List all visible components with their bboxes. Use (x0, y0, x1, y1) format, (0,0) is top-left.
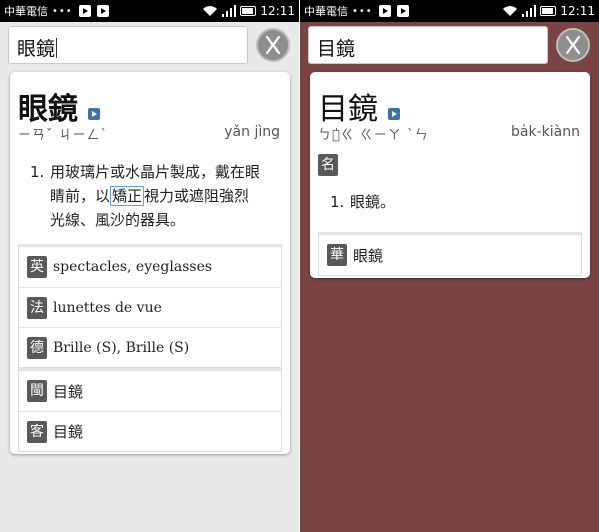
clear-search-button[interactable] (256, 28, 290, 62)
definition-fragment: 睛前，以 (50, 187, 111, 205)
left-screen: 中華電信 ••• 12:11 眼鏡 眼鏡 ㄧㄢˇ ㄐㄧㄥˋ yǎn jìng 1… (0, 0, 299, 532)
clock: 12:11 (560, 4, 595, 18)
right-screen: 中華電信 ••• 12:11 目鏡 目鏡 ㄅㄚ̍ㄍ ㄍㄧㄚ ˋㄣ ba̍k-ki… (300, 0, 599, 532)
translation-text: spectacles, eyeglasses (53, 259, 213, 275)
language-badge: 法 (27, 296, 47, 319)
language-badge: 客 (27, 420, 47, 443)
dialect-list: 閩 目鏡 客 目鏡 (18, 368, 282, 452)
search-query: 眼鏡 (17, 38, 56, 60)
signal-icon (222, 5, 237, 17)
mandarin-list: 華 眼鏡 (318, 232, 582, 276)
definition-item: 1. 眼鏡。 (330, 190, 570, 214)
part-of-speech-badge: 名 (318, 154, 338, 176)
definition-line: 光線、風沙的器具。 (50, 211, 186, 229)
wifi-icon (503, 6, 518, 16)
play-audio-icon[interactable] (388, 108, 400, 120)
translation-text: lunettes de vue (53, 299, 162, 316)
definition-fragment: 視力或遮阻強烈 (144, 187, 250, 205)
translation-list: 英 spectacles, eyeglasses 法 lunettes de v… (18, 244, 282, 368)
translation-row[interactable]: 德 Brille (S), Brille (S) (19, 327, 281, 367)
media-notification-icon (78, 5, 91, 17)
definition-item: 1. 用玻璃片或水晶片製成，戴在眼 睛前，以 矯正 視力或遮阻強烈 光線、風沙的器具… (30, 160, 285, 240)
romanization: ba̍k-kiànn (511, 124, 580, 140)
clear-icon (565, 35, 581, 55)
mandarin-text[interactable]: 眼鏡 (353, 245, 383, 266)
dialect-text[interactable]: 目鏡 (53, 381, 83, 402)
clear-search-button[interactable] (556, 28, 590, 62)
battery-icon (240, 6, 257, 16)
clear-icon (265, 35, 281, 55)
highlighted-term[interactable]: 矯正 (110, 186, 145, 206)
entry-card: 眼鏡 ㄧㄢˇ ㄐㄧㄥˋ yǎn jìng 1. 用玻璃片或水晶片製成，戴在眼 睛… (10, 72, 290, 454)
battery-icon (540, 6, 557, 16)
dialect-text[interactable]: 目鏡 (53, 421, 83, 442)
search-input[interactable]: 眼鏡 (8, 26, 248, 64)
definition-text: 用玻璃片或水晶片製成，戴在眼 睛前，以 矯正 視力或遮阻強烈 光線、風沙的器具。 (50, 160, 260, 232)
status-bar: 中華電信 ••• 12:11 (0, 0, 299, 22)
notification-dots: ••• (52, 5, 73, 17)
media-notification-icon (378, 5, 391, 17)
search-query: 目鏡 (317, 38, 356, 60)
phonetic-symbols: ㄅㄚ̍ㄍ ㄍㄧㄚ ˋㄣ (318, 128, 429, 143)
signal-icon (522, 5, 537, 17)
language-badge: 英 (27, 256, 47, 278)
dialect-row[interactable]: 客 目鏡 (19, 411, 281, 451)
definition-number: 1. (30, 163, 45, 181)
wifi-icon (203, 6, 218, 16)
language-badge: 閩 (27, 380, 47, 402)
headword: 眼鏡 (18, 92, 78, 127)
play-audio-icon[interactable] (88, 108, 100, 120)
media-notification-icon (396, 5, 409, 17)
entry-card: 目鏡 ㄅㄚ̍ㄍ ㄍㄧㄚ ˋㄣ ba̍k-kiànn 名 1. 眼鏡。 華 眼鏡 (310, 72, 590, 278)
definition-number: 1. (330, 193, 345, 211)
bopomofo: ㄧㄢˇ ㄐㄧㄥˋ (18, 128, 109, 143)
search-input[interactable]: 目鏡 (308, 26, 548, 64)
language-badge: 德 (27, 336, 47, 359)
mandarin-row[interactable]: 華 眼鏡 (319, 235, 581, 275)
headword: 目鏡 (318, 92, 378, 127)
status-bar: 中華電信 ••• 12:11 (300, 0, 599, 22)
media-notification-icon (96, 5, 109, 17)
dialect-row[interactable]: 閩 目鏡 (19, 371, 281, 411)
clock: 12:11 (260, 4, 295, 18)
translation-row[interactable]: 英 spectacles, eyeglasses (19, 247, 281, 287)
notification-dots: ••• (352, 5, 373, 17)
definition-text: 眼鏡。 (350, 193, 396, 211)
pinyin: yǎn jìng (224, 124, 280, 140)
carrier-label: 中華電信 (4, 5, 48, 18)
translation-row[interactable]: 法 lunettes de vue (19, 287, 281, 327)
language-badge: 華 (327, 244, 347, 266)
text-cursor (56, 38, 58, 58)
definition-line: 睛前，以 矯正 視力或遮阻強烈 (50, 184, 260, 208)
translation-text: Brille (S), Brille (S) (53, 339, 190, 356)
carrier-label: 中華電信 (304, 5, 348, 18)
definition-line: 用玻璃片或水晶片製成，戴在眼 (50, 163, 261, 181)
